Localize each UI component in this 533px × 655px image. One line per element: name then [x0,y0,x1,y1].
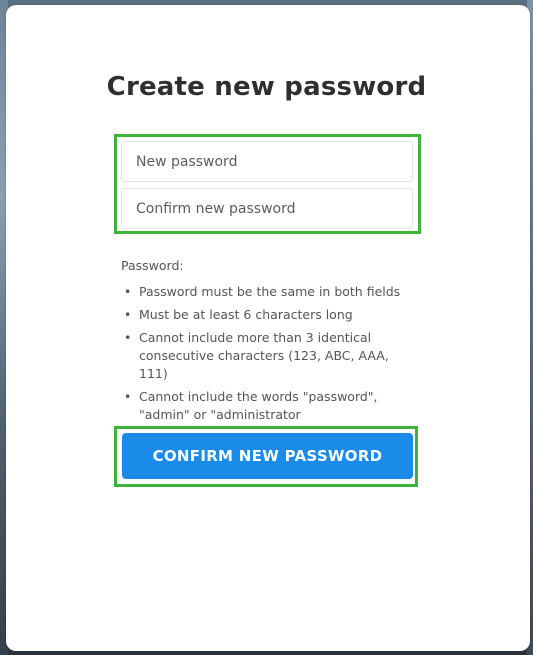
requirement-item: • Cannot include the words "password", "… [121,388,421,424]
requirements-list: • Password must be the same in both fiel… [121,283,421,429]
requirement-item: • Must be at least 6 characters long [121,306,421,324]
bullet-icon: • [124,307,132,322]
new-password-input[interactable] [121,141,413,182]
page-title: Create new password [106,72,427,102]
confirm-new-password-button[interactable]: CONFIRM NEW PASSWORD [122,433,413,479]
bullet-icon: • [124,284,132,299]
requirement-text: Cannot include the words "password", "ad… [139,389,378,422]
requirement-text: Cannot include more than 3 identical con… [139,330,389,381]
bullet-icon: • [124,330,132,345]
requirement-text: Must be at least 6 characters long [139,307,353,322]
requirements-heading: Password: [121,258,184,273]
bullet-icon: • [124,389,132,404]
requirement-text: Password must be the same in both fields [139,284,401,299]
confirm-password-input[interactable] [121,188,413,229]
requirement-item: • Password must be the same in both fiel… [121,283,421,301]
requirement-item: • Cannot include more than 3 identical c… [121,329,421,383]
